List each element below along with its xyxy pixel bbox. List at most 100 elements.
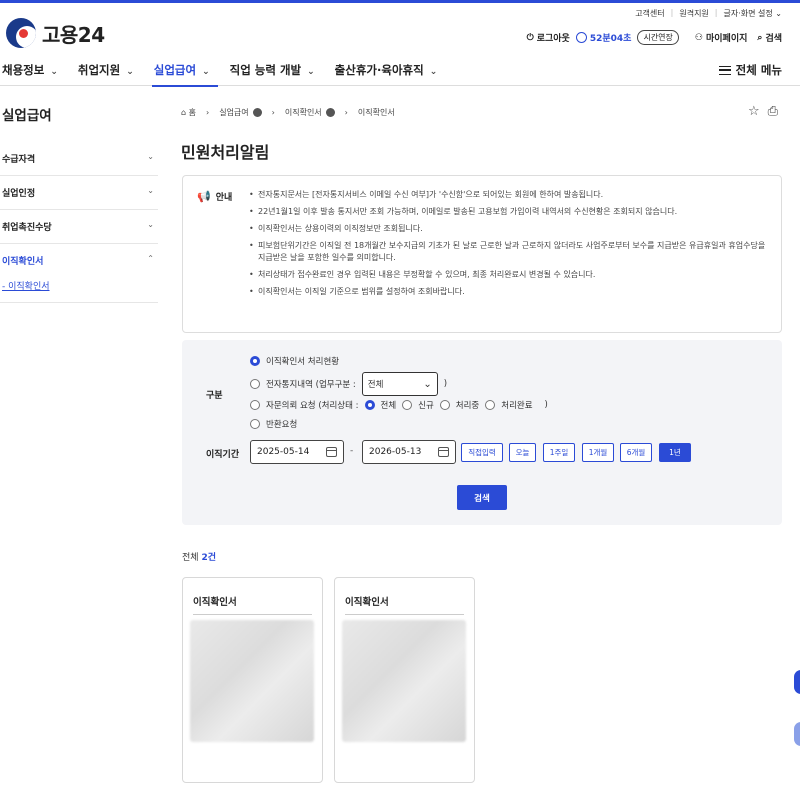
power-icon: ⏻: [526, 32, 534, 43]
card-title: 이직확인서: [345, 578, 464, 615]
clock-icon: [575, 32, 587, 43]
period-button-1week[interactable]: 1주일: [543, 443, 575, 462]
page-title: 민원처리알림: [181, 143, 270, 162]
floating-button[interactable]: [794, 722, 800, 746]
logo-text: 고용24: [42, 22, 105, 47]
side-nav-item-promotion-allowance[interactable]: 취업촉진수당 ⌄: [0, 210, 158, 244]
period-button-today[interactable]: 오늘: [509, 443, 536, 462]
breadcrumb-level-2[interactable]: 이직확인서: [285, 107, 335, 118]
chevron-down-icon: ⌄: [147, 186, 154, 195]
dropdown-icon: [325, 108, 335, 117]
side-nav-item-eligibility[interactable]: 수급자격 ⌄: [0, 142, 158, 176]
radio[interactable]: [250, 419, 260, 429]
session-timer: 52분04초: [575, 31, 631, 44]
gnb-item-job-skills[interactable]: 직업 능력 개발 ⌄: [228, 56, 323, 86]
side-nav: 실업급여 수급자격 ⌄ 실업인정 ⌄ 취업촉진수당 ⌄ 이직확인서 ⌃ - 이직확인서: [0, 100, 158, 303]
divider: |: [714, 8, 718, 17]
status-radio-all[interactable]: [364, 400, 375, 410]
gnb-item-jobs[interactable]: 채용정보 ⌄: [0, 56, 66, 86]
breadcrumb: ⌂ 홈 › 실업급여 › 이직확인서 › 이직확인서: [181, 107, 395, 118]
notice-box: 📢 안내 전자통지문서는 [전자통지서비스 이메일 수신 여부]가 '수신함'으…: [182, 175, 782, 333]
dropdown-icon: [252, 108, 262, 117]
side-nav-item-separation-confirmation[interactable]: 이직확인서 ⌃: [0, 244, 158, 277]
radio[interactable]: [250, 379, 260, 389]
site-logo[interactable]: 고용24: [6, 18, 105, 48]
notice-item: 전자통지문서는 [전자통지서비스 이메일 수신 여부]가 '수신함'으로 되어있…: [249, 189, 769, 201]
date-to-input[interactable]: 2026-05-13: [362, 440, 456, 464]
calendar-icon[interactable]: [438, 447, 449, 457]
chevron-down-icon: ⌄: [126, 67, 134, 77]
breadcrumb-level-1[interactable]: 실업급여: [219, 107, 262, 118]
status-radio-new[interactable]: [402, 400, 413, 410]
radio[interactable]: [250, 400, 260, 410]
radio-option-processing-status[interactable]: 이직확인서 처리현황: [250, 355, 339, 367]
star-icon[interactable]: ☆: [748, 104, 760, 119]
calendar-icon[interactable]: [326, 447, 337, 457]
period-button-6months[interactable]: 6개월: [620, 443, 652, 462]
notice-label: 📢 안내: [197, 190, 233, 203]
side-nav-title: 실업급여: [2, 108, 52, 124]
search-button[interactable]: ⌕ 검색: [757, 31, 782, 45]
util-remote-support[interactable]: 원격지원: [679, 8, 708, 19]
breadcrumb-separator: ›: [344, 108, 348, 117]
chevron-down-icon: ⌄: [50, 67, 58, 77]
type-label: 구분: [206, 391, 223, 401]
notice-item: 피보험단위기간은 이직일 전 18개월간 보수지급의 기초가 된 날로 근로한 …: [249, 240, 769, 264]
result-count: 전체 2건: [182, 553, 216, 563]
notice-item: 이직확인서는 이직일 기준으로 범위를 설정하여 조회바랍니다.: [249, 286, 769, 298]
date-range-dash: -: [350, 446, 354, 456]
chevron-down-icon: ⌄: [202, 67, 210, 77]
mypage-link[interactable]: ⚇ 마이페이지: [694, 31, 747, 45]
print-icon[interactable]: ⎙: [768, 104, 778, 119]
date-from-input[interactable]: 2025-05-14: [250, 440, 344, 464]
blurred-document-image: [190, 620, 314, 742]
breadcrumb-home[interactable]: ⌂ 홈: [181, 107, 196, 118]
home-icon: ⌂: [181, 108, 187, 117]
breadcrumb-separator: ›: [206, 108, 210, 117]
search-panel: 구분 이직확인서 처리현황 전자통지내역 (업무구분 : 전체 ⌄ ) 자문의뢰 …: [182, 340, 782, 525]
chevron-down-icon: ⌄: [429, 67, 438, 77]
util-display-settings[interactable]: 글자·화면 설정 ⌄: [724, 8, 783, 19]
search-submit-button[interactable]: 검색: [457, 485, 507, 510]
card-title: 이직확인서: [193, 578, 312, 615]
chevron-down-icon: ⌄: [423, 378, 432, 390]
person-icon: ⚇: [694, 32, 703, 43]
notice-list: 전자통지문서는 [전자통지서비스 이메일 수신 여부]가 '수신함'으로 되어있…: [249, 189, 769, 303]
chevron-up-icon: ⌃: [147, 254, 154, 263]
period-button-1year[interactable]: 1년: [659, 443, 691, 462]
gnb-item-employment-support[interactable]: 취업지원 ⌄: [76, 56, 142, 86]
gnb-item-unemployment-benefits[interactable]: 실업급여 ⌄: [151, 56, 218, 87]
notice-item: 처리상태가 접수완료인 경우 입력된 내용은 부정확할 수 있으며, 최종 처리…: [249, 269, 769, 281]
logout-button[interactable]: ⏻ 로그아웃: [526, 31, 570, 45]
search-icon: ⌕: [757, 32, 763, 43]
megaphone-icon: 📢: [197, 190, 211, 203]
radio-option-return-request[interactable]: 반환요청: [250, 418, 297, 430]
notice-item: 22년1월1일 이후 발송 통지서만 조회 가능하며, 이메일로 발송된 고용보…: [249, 206, 769, 218]
side-nav-subitem-separation-confirmation[interactable]: - 이직확인서: [0, 277, 158, 303]
page-tools: ☆ ⎙: [748, 104, 778, 119]
divider: |: [670, 8, 674, 17]
result-card[interactable]: 이직확인서: [182, 577, 323, 783]
top-accent-line: [0, 0, 800, 3]
radio-option-advisory-request[interactable]: 자문의뢰 요청 (처리상태 : 전체 신규 처리중 처리완료 ): [250, 399, 548, 411]
radio-option-electronic-notice[interactable]: 전자통지내역 (업무구분 : 전체 ⌄ ): [250, 372, 447, 396]
all-menu-button[interactable]: 전체 메뉴: [718, 62, 782, 78]
chevron-down-icon: ⌄: [147, 220, 154, 229]
business-type-select[interactable]: 전체 ⌄: [361, 372, 438, 396]
util-customer-center[interactable]: 고객센터: [635, 8, 664, 19]
extend-session-button[interactable]: 시간연장: [637, 30, 679, 45]
radio-selected[interactable]: [250, 356, 260, 366]
chevron-down-icon: ⌄: [147, 152, 154, 161]
period-button-1month[interactable]: 1개월: [582, 443, 614, 462]
side-nav-item-certification[interactable]: 실업인정 ⌄: [0, 176, 158, 210]
hamburger-icon: [718, 65, 731, 75]
gnb-item-maternity-leave[interactable]: 출산휴가·육아휴직 ⌄: [333, 56, 446, 86]
floating-button[interactable]: [794, 670, 800, 694]
status-radio-in-progress[interactable]: [439, 400, 450, 410]
logo-icon: [6, 18, 36, 48]
period-button-custom[interactable]: 직접입력: [461, 443, 503, 462]
global-nav: 채용정보 ⌄ 취업지원 ⌄ 실업급여 ⌄ 직업 능력 개발 ⌄ 출산휴가·육아휴직 ⌄ 전…: [0, 56, 800, 87]
result-card[interactable]: 이직확인서: [334, 577, 475, 783]
blurred-document-image: [342, 620, 466, 742]
status-radio-done[interactable]: [485, 400, 496, 410]
